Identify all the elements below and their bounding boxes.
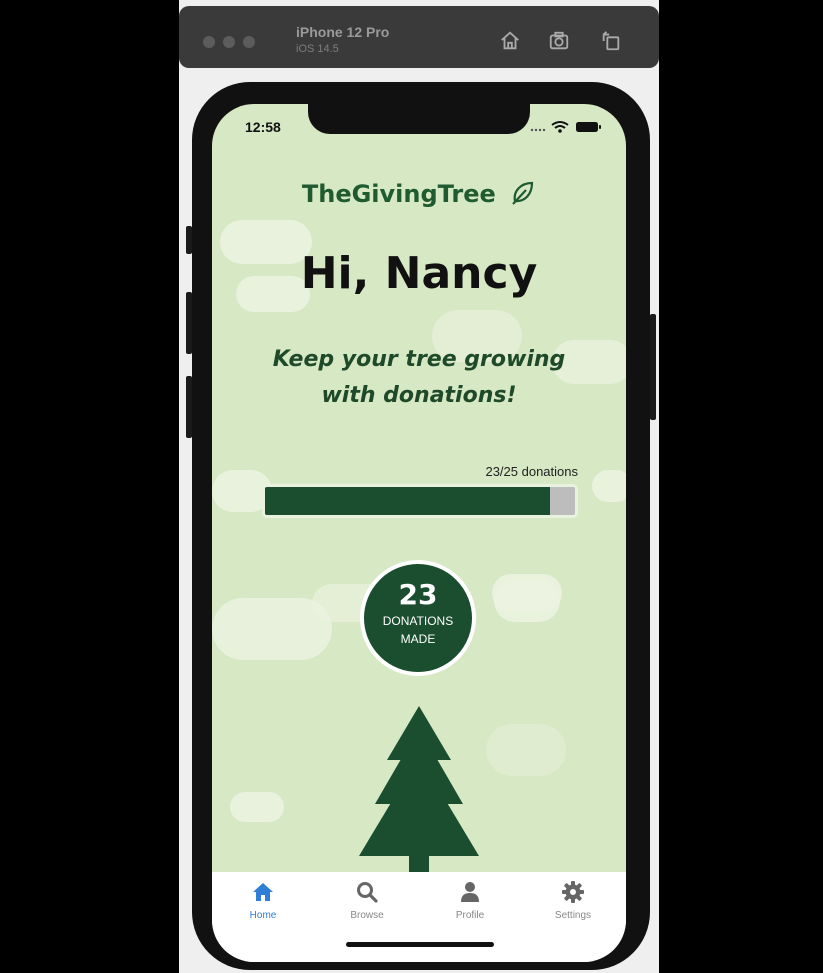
simulator-toolbar: iPhone 12 Pro iOS 14.5 xyxy=(179,6,659,68)
cloud-decoration xyxy=(494,580,560,622)
mute-switch xyxy=(186,226,192,254)
pine-tree-icon xyxy=(359,706,479,878)
tab-home[interactable]: Home xyxy=(213,880,313,921)
wifi-icon xyxy=(551,121,569,133)
search-icon xyxy=(357,882,378,903)
home-icon xyxy=(253,883,273,901)
close-window-button[interactable] xyxy=(203,36,215,48)
greeting-heading: Hi, Nancy xyxy=(300,248,538,299)
status-icons xyxy=(530,121,601,133)
rotate-icon[interactable] xyxy=(600,30,622,52)
home-indicator xyxy=(346,942,494,947)
brand-title: TheGivingTree xyxy=(212,180,626,208)
donations-label-line2: MADE xyxy=(400,632,436,646)
status-time: 12:58 xyxy=(245,119,281,135)
tab-bar: Home Browse Profile Settings xyxy=(212,872,626,962)
minimize-window-button[interactable] xyxy=(223,36,235,48)
progress-label: 23/25 donations xyxy=(485,464,578,479)
tab-home-label: Home xyxy=(249,910,277,921)
tab-browse[interactable]: Browse xyxy=(317,880,417,921)
tab-profile-label: Profile xyxy=(455,910,485,921)
donation-progress-bar xyxy=(262,484,578,518)
tab-settings[interactable]: Settings xyxy=(523,880,623,921)
volume-down-button xyxy=(186,376,192,438)
leaf-icon xyxy=(512,181,534,205)
zoom-window-button[interactable] xyxy=(243,36,255,48)
app-screen: 12:58 TheGivingTree Hi, Nancy Keep your … xyxy=(212,104,626,962)
brand-name: TheGivingTree xyxy=(301,180,496,208)
battery-icon xyxy=(576,122,601,132)
notch xyxy=(308,104,530,134)
power-button xyxy=(650,314,656,420)
screenshot-icon[interactable] xyxy=(548,30,570,52)
cloud-decoration xyxy=(486,724,566,776)
donations-label-line1: DONATIONS xyxy=(382,614,454,628)
donation-progress-fill xyxy=(265,487,551,515)
volume-up-button xyxy=(186,292,192,354)
tab-browse-label: Browse xyxy=(350,910,384,921)
cloud-decoration xyxy=(230,792,284,822)
cloud-decoration xyxy=(592,470,626,502)
os-version: iOS 14.5 xyxy=(296,43,339,55)
signal-dots-icon xyxy=(530,128,546,132)
tagline: Keep your tree growing with donations! xyxy=(272,347,566,408)
tab-settings-label: Settings xyxy=(554,910,592,921)
tab-profile[interactable]: Profile xyxy=(420,880,520,921)
user-icon xyxy=(461,882,479,902)
device-name: iPhone 12 Pro xyxy=(296,24,390,40)
donations-count: 23 xyxy=(398,578,438,611)
donations-badge: 23 DONATIONS MADE xyxy=(360,560,476,676)
gear-icon xyxy=(562,881,584,903)
home-icon[interactable] xyxy=(499,30,521,52)
